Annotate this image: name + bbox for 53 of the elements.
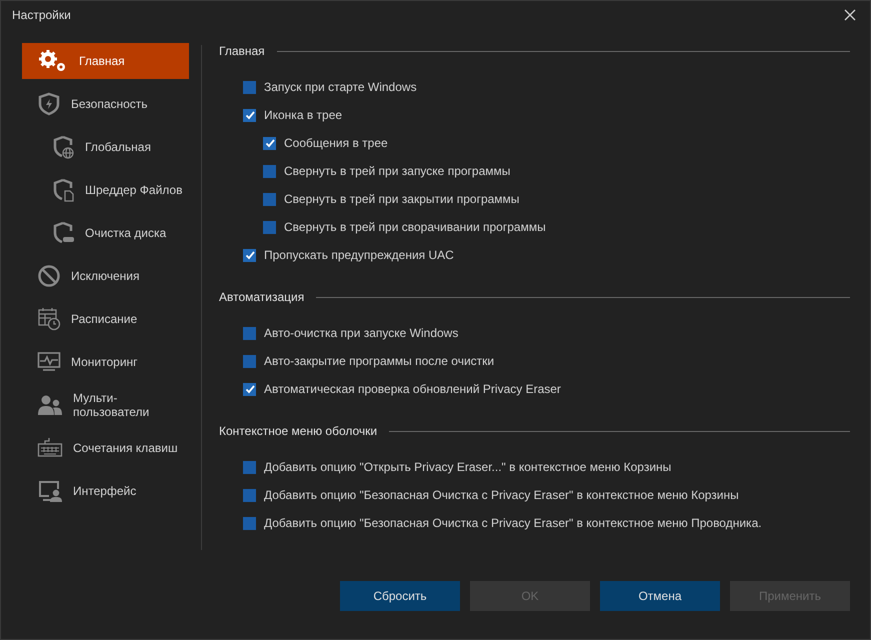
checkbox[interactable] xyxy=(243,382,256,396)
checkbox[interactable] xyxy=(243,354,256,368)
checkbox-label[interactable]: Сообщения в трее xyxy=(284,136,388,150)
shield-globe-icon xyxy=(51,135,75,159)
prohibited-icon xyxy=(37,264,61,288)
dialog-button[interactable]: Отмена xyxy=(600,581,720,611)
sidebar-item[interactable]: Безопасность xyxy=(22,86,189,122)
sidebar-item[interactable]: Интерфейс xyxy=(22,473,189,509)
users-icon xyxy=(37,393,63,417)
checkbox[interactable] xyxy=(243,488,256,502)
checkbox-label[interactable]: Пропускать предупреждения UAC xyxy=(264,248,454,262)
sidebar-item[interactable]: Глобальная xyxy=(22,129,189,165)
section-title: Автоматизация xyxy=(219,290,304,304)
checkbox[interactable] xyxy=(243,516,256,530)
sidebar-item[interactable]: Мониторинг xyxy=(22,344,189,380)
checkbox-label[interactable]: Свернуть в трей при закрытии программы xyxy=(284,192,520,206)
checkbox[interactable] xyxy=(263,192,276,206)
checkbox-label[interactable]: Запуск при старте Windows xyxy=(264,80,417,94)
close-icon[interactable] xyxy=(844,9,856,21)
sidebar-item[interactable]: Сочетания клавиш xyxy=(22,430,189,466)
checkbox[interactable] xyxy=(263,164,276,178)
checkbox-label[interactable]: Авто-очистка при запуске Windows xyxy=(264,326,458,340)
sidebar-item[interactable]: Исключения xyxy=(22,258,189,294)
checkbox[interactable] xyxy=(243,108,256,122)
checkbox[interactable] xyxy=(243,80,256,94)
sidebar-item[interactable]: Мульти- пользователи xyxy=(22,387,189,423)
checkbox-label[interactable]: Добавить опцию "Открыть Privacy Eraser..." в контекстное меню Корзины xyxy=(264,460,672,474)
shield-file-icon xyxy=(51,178,75,202)
dialog-button[interactable]: Сбросить xyxy=(340,581,460,611)
sidebar-item[interactable]: Главная xyxy=(22,43,189,79)
checkbox-label[interactable]: Автоматическая проверка обновлений Privacy Eraser xyxy=(264,382,561,396)
checkbox-label[interactable]: Свернуть в трей при запуске программы xyxy=(284,164,510,178)
checkbox-label[interactable]: Добавить опцию "Безопасная Очистка с Privacy Eraser" в контекстное меню Проводника. xyxy=(264,516,762,530)
sidebar-item[interactable]: Шреддер Файлов xyxy=(22,172,189,208)
monitor-user-icon xyxy=(37,479,63,503)
shield-drive-icon xyxy=(51,221,75,245)
shield-icon xyxy=(37,92,61,116)
checkbox-label[interactable]: Свернуть в трей при сворачивании программы xyxy=(284,220,546,234)
checkbox[interactable] xyxy=(243,326,256,340)
monitor-pulse-icon xyxy=(37,350,61,374)
window-title: Настройки xyxy=(12,8,71,22)
checkbox[interactable] xyxy=(243,248,256,262)
checkbox-label[interactable]: Авто-закрытие программы после очистки xyxy=(264,354,494,368)
section-title: Главная xyxy=(219,44,265,58)
checkbox[interactable] xyxy=(263,220,276,234)
sidebar-item[interactable]: Очистка диска xyxy=(22,215,189,251)
checkbox-label[interactable]: Добавить опцию "Безопасная Очистка с Privacy Eraser" в контекстное меню Корзины xyxy=(264,488,739,502)
checkbox-label[interactable]: Иконка в трее xyxy=(264,108,342,122)
checkbox[interactable] xyxy=(243,460,256,474)
sidebar-item[interactable]: Расписание xyxy=(22,301,189,337)
section-title: Контекстное меню оболочки xyxy=(219,424,378,438)
calendar-clock-icon xyxy=(37,307,61,331)
checkbox[interactable] xyxy=(263,136,276,150)
